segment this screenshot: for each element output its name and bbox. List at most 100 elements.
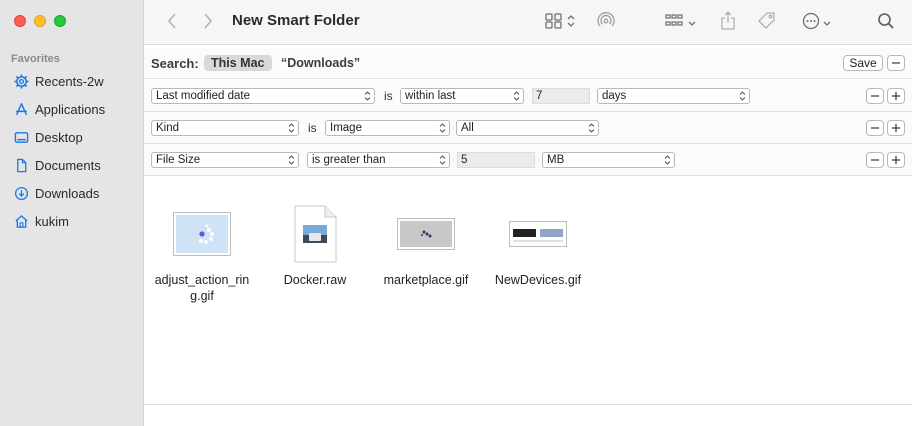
minus-icon xyxy=(871,95,879,97)
plus-icon xyxy=(892,92,900,100)
chevron-down-icon xyxy=(688,15,696,30)
file-name-line: g.gif xyxy=(190,289,214,303)
file-item[interactable]: NewDevices.gif xyxy=(483,205,593,288)
remove-criteria-button[interactable] xyxy=(866,88,884,104)
search-button[interactable] xyxy=(876,10,896,34)
file-item[interactable]: marketplace.gif xyxy=(371,205,481,288)
chevron-updown-icon xyxy=(288,123,295,133)
sidebar-item-label: Desktop xyxy=(35,129,83,145)
raw-file-icon xyxy=(294,205,337,263)
attribute-select[interactable]: Last modified date xyxy=(151,88,375,104)
image-thumbnail-icon xyxy=(397,218,455,250)
operator-select[interactable]: within last xyxy=(400,88,524,104)
share-icon xyxy=(720,10,736,34)
sidebar-item-documents[interactable]: Documents xyxy=(0,151,144,179)
file-name: Docker.raw xyxy=(283,273,347,287)
sidebar-item-downloads[interactable]: Downloads xyxy=(0,179,144,207)
file-item[interactable]: adjust_action_rin g.gif xyxy=(147,205,257,304)
forward-button[interactable] xyxy=(200,10,216,34)
chevron-updown-icon xyxy=(439,123,446,133)
chevron-updown-icon xyxy=(364,91,371,101)
unit-select[interactable]: MB xyxy=(542,152,675,168)
group-by-button[interactable] xyxy=(660,10,700,34)
tag-icon xyxy=(757,11,777,34)
tag-button[interactable] xyxy=(756,10,778,34)
select-value: days xyxy=(602,90,627,102)
select-value: is greater than xyxy=(312,154,386,166)
chevron-updown-icon xyxy=(288,155,295,165)
favorites-section-label: Favorites xyxy=(11,53,60,65)
image-type-select[interactable]: All xyxy=(456,120,599,136)
sidebar: Favorites Recents-2w Applications Deskto… xyxy=(0,0,144,426)
document-icon xyxy=(13,157,29,173)
close-window-button[interactable] xyxy=(14,15,26,27)
chevron-right-icon xyxy=(203,12,213,32)
remove-criteria-button[interactable] xyxy=(866,120,884,136)
value-field[interactable]: 7 xyxy=(532,88,590,104)
add-criteria-button[interactable] xyxy=(887,120,905,136)
sidebar-item-home[interactable]: kukim xyxy=(0,207,144,235)
file-thumbnail xyxy=(371,205,481,263)
select-value: File Size xyxy=(156,154,201,166)
chevron-down-icon xyxy=(823,15,831,30)
chevron-updown-icon xyxy=(513,91,520,101)
path-bar xyxy=(144,404,912,426)
criteria-row: File Size is greater than 5 MB xyxy=(144,144,912,176)
criteria-row: Kind is Image All xyxy=(144,112,912,144)
file-name: marketplace.gif xyxy=(383,273,469,287)
icon-grid-icon xyxy=(545,12,563,32)
chevron-updown-icon xyxy=(588,123,595,133)
share-button[interactable] xyxy=(718,10,738,34)
connector-label: is xyxy=(308,121,317,135)
file-thumbnail xyxy=(147,205,257,263)
add-criteria-button[interactable] xyxy=(887,152,905,168)
airdrop-icon xyxy=(596,11,616,34)
sidebar-item-desktop[interactable]: Desktop xyxy=(0,123,144,151)
value-field[interactable]: 5 xyxy=(457,152,535,168)
scope-this-mac-button[interactable]: This Mac xyxy=(204,55,272,71)
sidebar-item-applications[interactable]: Applications xyxy=(0,95,144,123)
attribute-select[interactable]: Kind xyxy=(151,120,299,136)
sidebar-item-recents[interactable]: Recents-2w xyxy=(0,67,144,95)
select-value: MB xyxy=(547,154,565,166)
download-icon xyxy=(13,185,29,201)
minus-icon xyxy=(871,127,879,129)
select-value: Last modified date xyxy=(156,90,250,102)
remove-criteria-button[interactable] xyxy=(866,152,884,168)
remove-search-button[interactable] xyxy=(887,55,905,71)
group-icon xyxy=(664,13,685,32)
add-criteria-button[interactable] xyxy=(887,88,905,104)
more-actions-button[interactable] xyxy=(798,10,834,34)
sidebar-item-label: Applications xyxy=(35,101,106,117)
kind-select[interactable]: Image xyxy=(325,120,450,136)
view-mode-button[interactable] xyxy=(540,10,580,34)
sidebar-item-label: Downloads xyxy=(35,185,100,201)
select-value: All xyxy=(461,122,474,134)
select-value: Kind xyxy=(156,122,180,134)
zoom-window-button[interactable] xyxy=(54,15,66,27)
operator-select[interactable]: is greater than xyxy=(307,152,450,168)
criteria-row: Last modified date is within last 7 days xyxy=(144,80,912,112)
file-item[interactable]: Docker.raw xyxy=(260,205,370,288)
chevron-updown-icon xyxy=(567,14,575,31)
favorites-list: Recents-2w Applications Desktop Document… xyxy=(0,67,144,235)
unit-select[interactable]: days xyxy=(597,88,750,104)
sidebar-item-label: Documents xyxy=(35,157,101,173)
file-name: adjust_action_rin g.gif xyxy=(147,272,257,304)
file-thumbnail xyxy=(260,205,370,263)
scope-downloads-button[interactable]: “Downloads” xyxy=(281,56,360,70)
airdrop-button[interactable] xyxy=(594,10,618,34)
chevron-left-icon xyxy=(167,12,177,32)
image-thumbnail-icon xyxy=(173,212,231,256)
back-button[interactable] xyxy=(164,10,180,34)
applications-icon xyxy=(13,101,29,117)
window-controls xyxy=(14,15,66,27)
attribute-select[interactable]: File Size xyxy=(151,152,299,168)
minimize-window-button[interactable] xyxy=(34,15,46,27)
save-button[interactable]: Save xyxy=(843,55,883,71)
image-thumbnail-icon xyxy=(509,221,567,247)
select-value: Image xyxy=(330,122,362,134)
search-scope-bar: Search: This Mac “Downloads” Save xyxy=(144,48,912,79)
gear-icon xyxy=(13,73,29,89)
minus-icon xyxy=(871,159,879,161)
